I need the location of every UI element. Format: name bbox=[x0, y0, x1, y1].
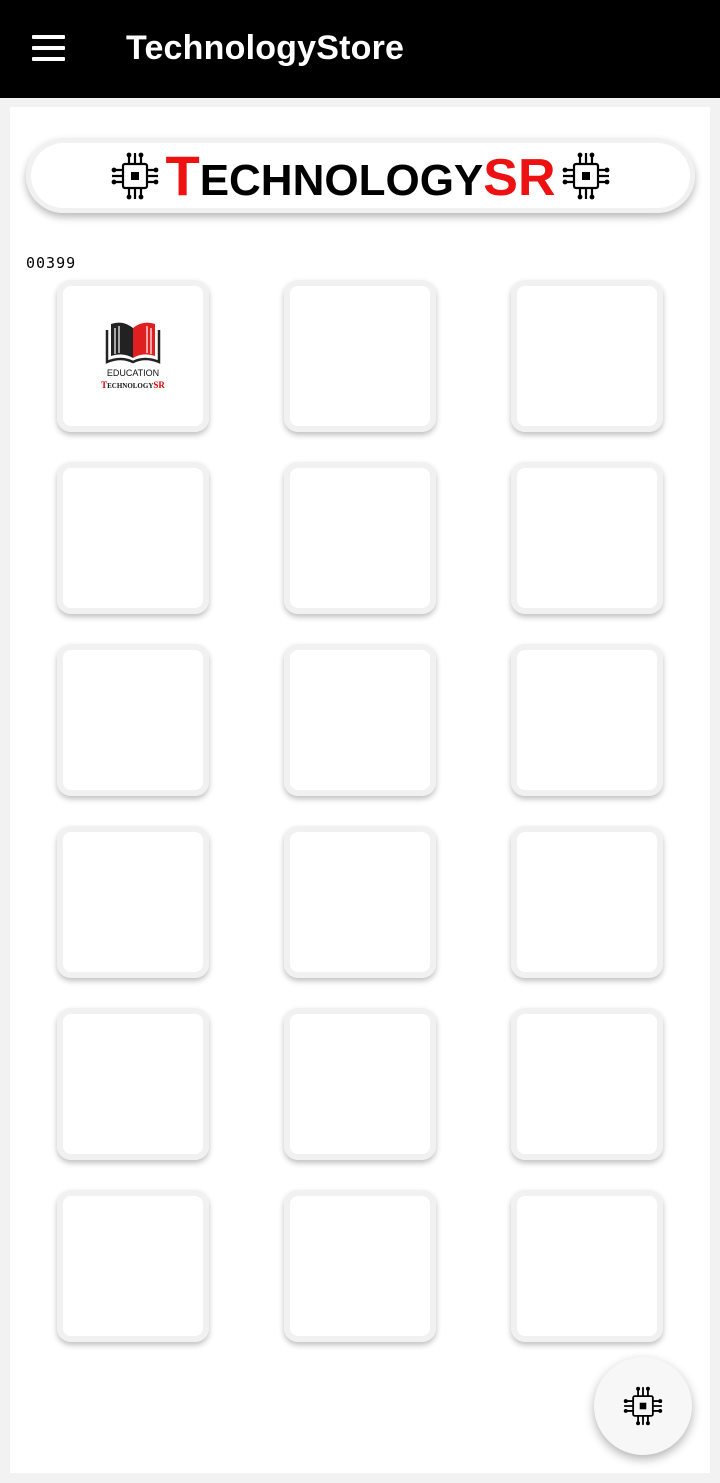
circuit-chip-icon bbox=[562, 152, 609, 199]
brand-suffix: SR bbox=[483, 149, 556, 207]
grid-tile[interactable] bbox=[57, 462, 209, 614]
circuit-chip-icon bbox=[112, 152, 159, 199]
grid-tile[interactable] bbox=[511, 1008, 663, 1160]
grid-tile[interactable] bbox=[57, 1190, 209, 1342]
grid-tile[interactable] bbox=[511, 280, 663, 432]
grid-tile-education[interactable]: EDUCATION TECHNOLOGYSR bbox=[57, 280, 209, 432]
grid-tile[interactable] bbox=[511, 462, 663, 614]
app-title: TechnologyStore bbox=[126, 29, 405, 67]
grid-tile[interactable] bbox=[284, 1190, 436, 1342]
grid-tile[interactable] bbox=[57, 826, 209, 978]
chip-fab-button[interactable] bbox=[594, 1357, 692, 1455]
grid-tile[interactable] bbox=[284, 462, 436, 614]
grid-tile[interactable] bbox=[284, 826, 436, 978]
grid-tile[interactable] bbox=[57, 644, 209, 796]
education-label: EDUCATION bbox=[106, 368, 160, 378]
grid-tile[interactable] bbox=[511, 826, 663, 978]
open-book-icon bbox=[105, 322, 161, 364]
brand-first-letter: T bbox=[165, 144, 200, 207]
grid-tile[interactable] bbox=[511, 644, 663, 796]
grid-tile[interactable] bbox=[284, 644, 436, 796]
app-bar: TechnologyStore bbox=[0, 0, 720, 98]
brand-main-text: ECHNOLOGY bbox=[199, 156, 484, 205]
grid-tile[interactable] bbox=[284, 280, 436, 432]
visit-counter: 00399 bbox=[26, 254, 77, 272]
brand-logo-text: TECHNOLOGYSR bbox=[165, 143, 555, 208]
circuit-chip-icon bbox=[623, 1386, 663, 1426]
grid-tile[interactable] bbox=[511, 1190, 663, 1342]
hamburger-menu-icon[interactable] bbox=[30, 33, 68, 63]
education-brand: TECHNOLOGYSR bbox=[101, 380, 165, 390]
grid-tile[interactable] bbox=[284, 1008, 436, 1160]
education-logo: EDUCATION TECHNOLOGYSR bbox=[93, 318, 173, 390]
brand-banner: TECHNOLOGYSR bbox=[26, 138, 695, 213]
grid-tile[interactable] bbox=[57, 1008, 209, 1160]
